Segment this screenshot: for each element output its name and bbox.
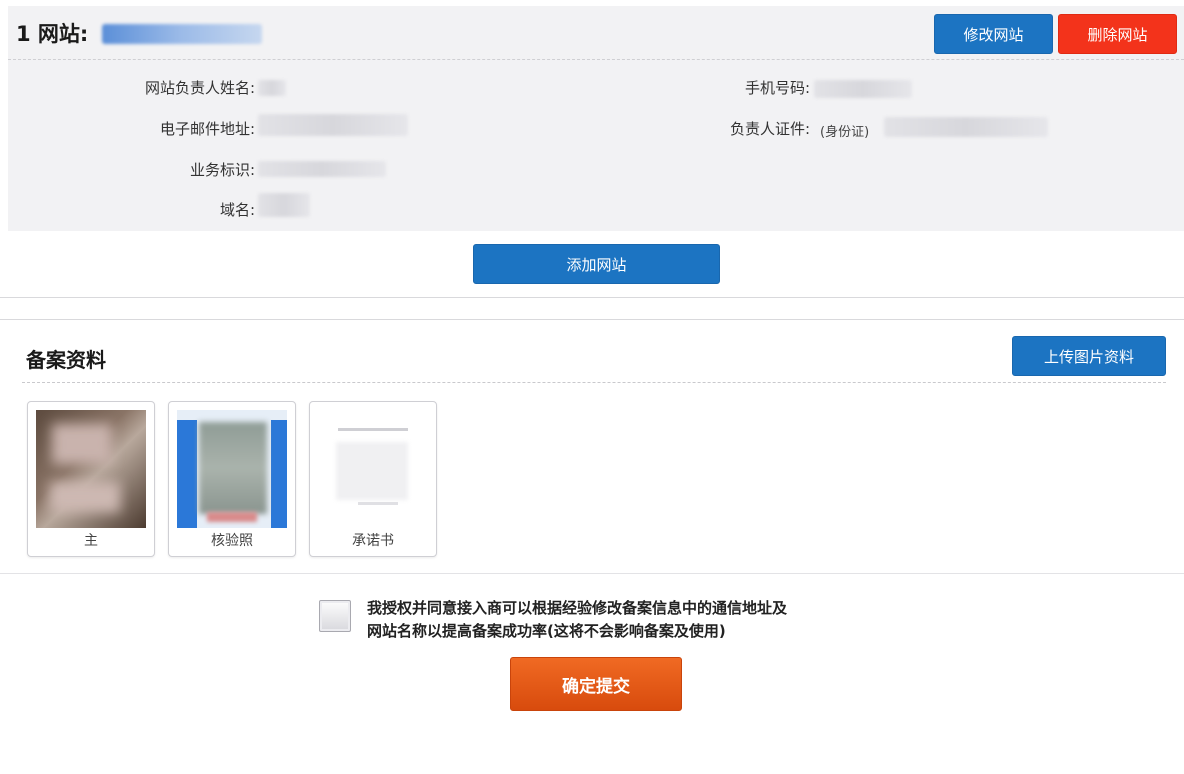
document-thumbnail	[36, 410, 146, 528]
panel-divider	[8, 59, 1184, 60]
filing-divider	[22, 382, 1166, 383]
document-caption: 主	[84, 533, 98, 549]
consent-line-2: 网站名称以提高备案成功率(这将不会影响备案及使用)	[367, 622, 726, 640]
divider	[0, 573, 1184, 574]
submit-button[interactable]: 确定提交	[510, 657, 682, 711]
id-label: 负责人证件:	[729, 120, 810, 138]
owner-name-value	[258, 80, 286, 96]
business-id-value	[258, 161, 386, 177]
upload-images-button[interactable]: 上传图片资料	[1012, 336, 1166, 376]
id-value	[884, 117, 1048, 137]
document-card[interactable]: 承诺书	[309, 401, 437, 557]
divider	[0, 319, 1184, 320]
document-card[interactable]: 主	[27, 401, 155, 557]
document-thumbnail	[177, 410, 287, 528]
filing-section-title: 备案资料	[26, 348, 106, 372]
email-label: 电子邮件地址:	[159, 120, 255, 138]
document-thumbnail	[318, 410, 428, 528]
site-name-redacted	[102, 24, 262, 44]
delete-site-button[interactable]: 删除网站	[1058, 14, 1177, 54]
domain-label: 域名:	[219, 201, 255, 219]
consent-line-1: 我授权并同意接入商可以根据经验修改备案信息中的通信地址及	[367, 599, 788, 617]
edit-site-button[interactable]: 修改网站	[934, 14, 1053, 54]
consent-checkbox[interactable]	[319, 600, 351, 632]
phone-label: 手机号码:	[744, 79, 810, 97]
divider	[0, 297, 1184, 298]
document-caption: 承诺书	[352, 533, 394, 549]
document-caption: 核验照	[211, 533, 253, 549]
email-value	[258, 114, 408, 136]
site-title: 1 网站:	[16, 22, 89, 46]
add-site-button[interactable]: 添加网站	[473, 244, 720, 284]
consent-text: 我授权并同意接入商可以根据经验修改备案信息中的通信地址及 网站名称以提高备案成功…	[367, 597, 867, 643]
domain-value	[258, 193, 310, 217]
id-type: (身份证)	[820, 125, 870, 140]
owner-name-label: 网站负责人姓名:	[144, 79, 255, 97]
phone-value	[814, 80, 912, 98]
document-card[interactable]: 核验照	[168, 401, 296, 557]
business-id-label: 业务标识:	[189, 161, 255, 179]
